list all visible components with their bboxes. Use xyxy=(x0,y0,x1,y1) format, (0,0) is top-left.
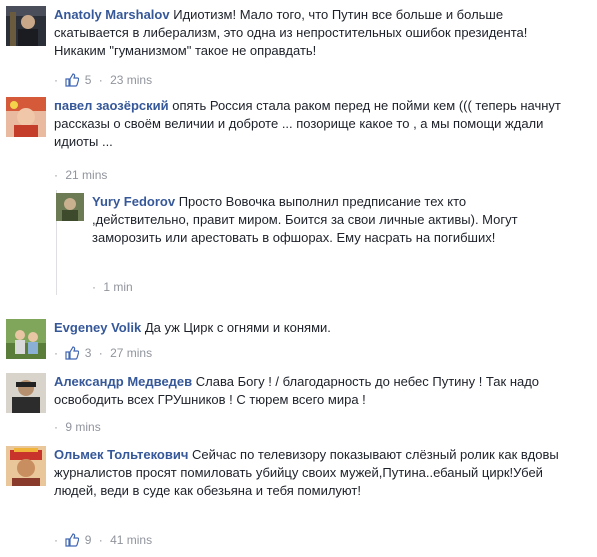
like-count: 9 xyxy=(84,533,92,547)
thumbs-up-icon[interactable] xyxy=(65,533,80,551)
comment-meta: · 3 · 27 mins xyxy=(54,345,152,364)
avatar[interactable] xyxy=(56,193,84,221)
thumbs-up-icon[interactable] xyxy=(65,73,80,91)
avatar[interactable] xyxy=(6,6,46,46)
avatar[interactable] xyxy=(6,319,46,359)
comment-time[interactable]: 9 mins xyxy=(65,420,100,434)
comment-author[interactable]: Ольмек Тольтекович xyxy=(54,447,188,462)
like-count: 5 xyxy=(84,73,92,87)
comment-time[interactable]: 23 mins xyxy=(110,73,152,87)
thumbs-up-icon[interactable] xyxy=(65,346,80,364)
comment-time[interactable]: 21 mins xyxy=(65,168,107,182)
avatar[interactable] xyxy=(6,446,46,486)
comment-meta: · 9 mins xyxy=(54,420,101,434)
comment-time[interactable]: 27 mins xyxy=(110,346,152,360)
avatar[interactable] xyxy=(6,97,46,137)
comment-author[interactable]: павел заозёрский xyxy=(54,98,169,113)
comment-text: Да уж Цирк с огнями и конями. xyxy=(144,320,331,335)
comment-author[interactable]: Anatoly Marshalov xyxy=(54,7,170,22)
comment-author[interactable]: Evgeney Volik xyxy=(54,320,141,335)
comment-time[interactable]: 41 mins xyxy=(110,533,152,547)
comment-author[interactable]: Александр Медведев xyxy=(54,374,192,389)
comment-meta: · 1 min xyxy=(92,280,133,294)
comment-meta: · 9 · 41 mins xyxy=(54,532,152,551)
comment-meta: · 21 mins xyxy=(54,168,108,182)
like-count: 3 xyxy=(84,346,92,360)
avatar[interactable] xyxy=(6,373,46,413)
comment-meta: · 5 · 23 mins xyxy=(54,72,152,91)
comment-time[interactable]: 1 min xyxy=(103,280,132,294)
comment-author[interactable]: Yury Fedorov xyxy=(92,194,175,209)
